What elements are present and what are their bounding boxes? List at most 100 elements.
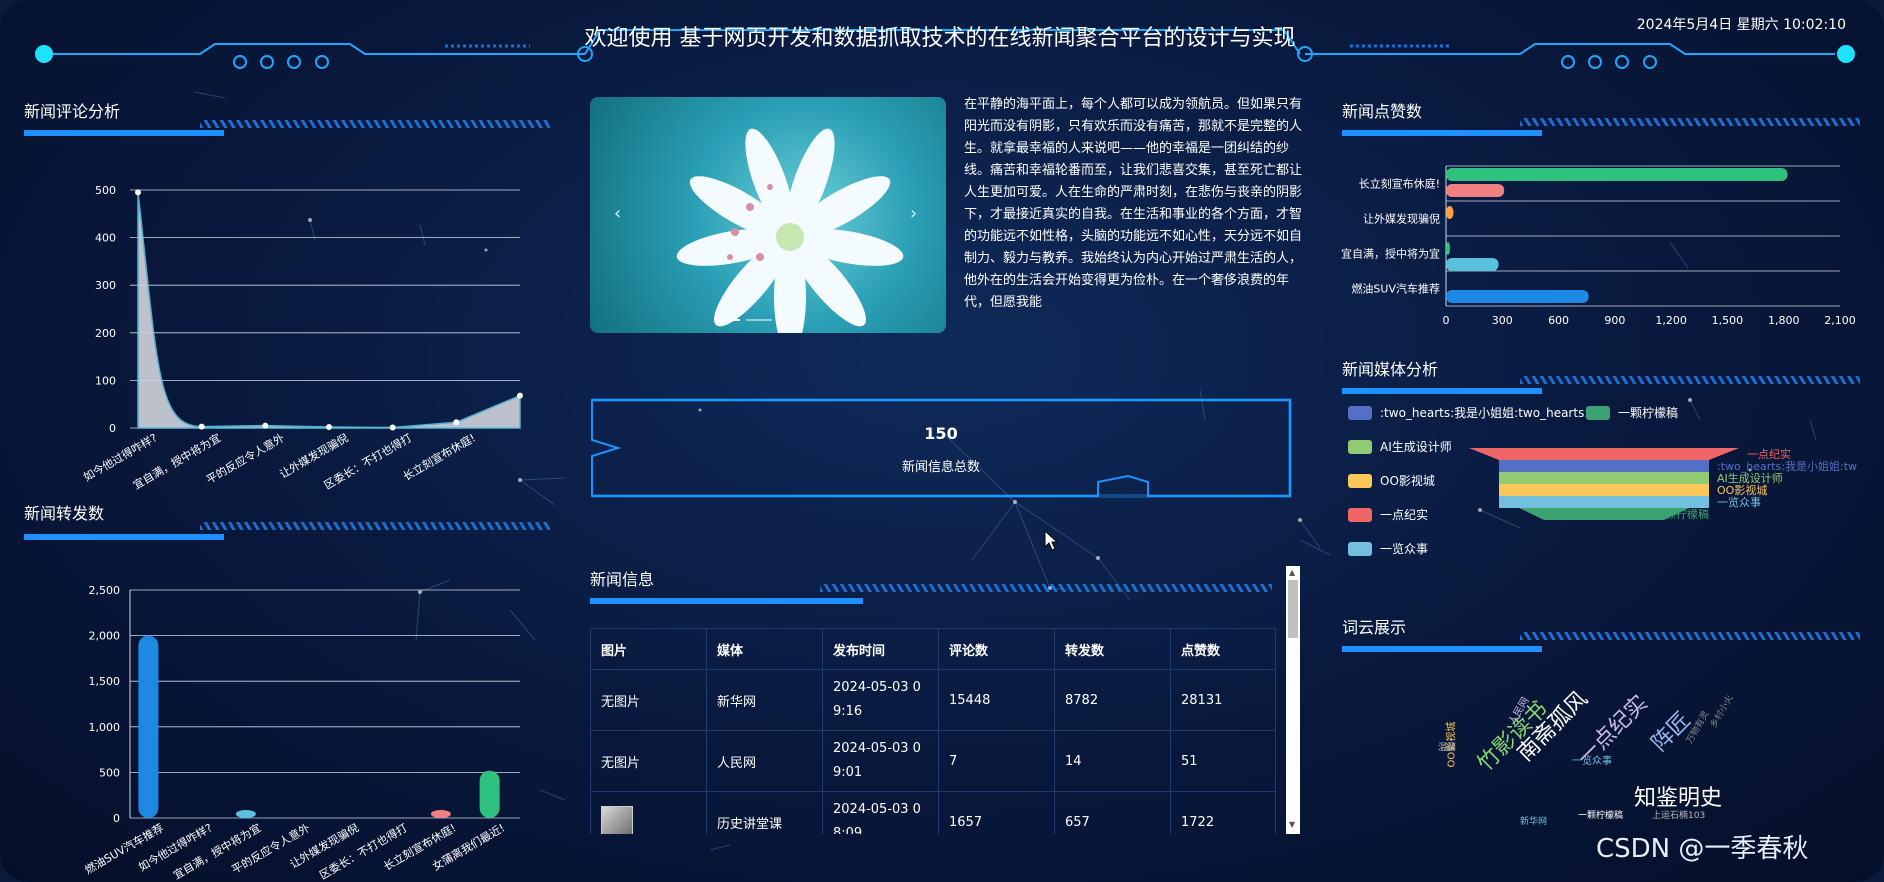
legend-item[interactable]: 一颗柠檬稿	[1586, 404, 1678, 421]
flower-image	[676, 128, 904, 333]
cell-time: 2024-05-03 08:09	[822, 791, 939, 834]
carousel-prev-icon[interactable]: ‹	[614, 203, 621, 224]
thumbnail-image[interactable]	[601, 806, 633, 834]
panel-title-wordcloud: 词云展示	[1342, 618, 1407, 637]
dashboard-frame: 欢迎使用 基于网页开发和数据抓取技术的在线新闻聚合平台的设计与实现 2024年5…	[0, 0, 1884, 882]
panel-stripes	[200, 120, 550, 128]
legend-label: :two_hearts:我是小姐姐:two_hearts:	[1380, 406, 1589, 420]
carousel-dot-1[interactable]	[714, 319, 740, 321]
data-point	[135, 189, 141, 196]
funnel-layer	[1499, 460, 1709, 472]
y-tick-label: 1,500	[89, 675, 121, 688]
word-cloud-word: 温馨	[1438, 743, 1457, 753]
y-tick-label: 100	[95, 374, 116, 387]
table-header-row: 图片 媒体 发布时间 评论数 转发数 点赞数	[590, 628, 1276, 670]
funnel-label: OO影视城	[1717, 483, 1767, 497]
scroll-down-icon[interactable]: ▼	[1289, 820, 1295, 829]
x-tick-label: 1,500	[1712, 314, 1744, 327]
news-table: 图片 媒体 发布时间 评论数 转发数 点赞数 无图片 新华网 2024-05-0…	[590, 628, 1276, 834]
legend-swatch	[1348, 507, 1372, 522]
x-tick-label: 区委长：不打也得打	[317, 820, 410, 882]
bar	[235, 810, 256, 818]
table-row[interactable]: 无图片 新华网 2024-05-03 09:16 15448 8782 2813…	[590, 669, 1276, 731]
carousel-dot-2[interactable]	[746, 319, 772, 321]
news-table-container[interactable]: 图片 媒体 发布时间 评论数 转发数 点赞数 无图片 新华网 2024-05-0…	[590, 628, 1280, 834]
legend-item[interactable]: OO影视城	[1348, 472, 1435, 489]
panel-underline	[1342, 130, 1842, 136]
y-tick-label: 400	[95, 232, 116, 245]
x-tick-label: 1,200	[1655, 314, 1687, 327]
col-header-media: 媒体	[706, 628, 823, 670]
funnel-label: 一颗柠檬稿	[1654, 507, 1709, 521]
legend-swatch	[1348, 439, 1372, 454]
bar	[430, 810, 451, 818]
cell-time: 2024-05-03 09:16	[822, 669, 939, 731]
y-tick-label: 燃油SUV汽车推荐	[1351, 282, 1440, 296]
cell-image: 无图片	[590, 669, 707, 731]
panel-stripes	[1520, 118, 1860, 126]
legend-label: 一点纪实	[1380, 508, 1429, 522]
bar	[1446, 206, 1454, 219]
funnel-layer	[1499, 496, 1709, 508]
y-tick-label: 长立刻宣布休庭!	[1359, 177, 1440, 191]
legend-swatch	[1348, 473, 1372, 488]
carousel-next-icon[interactable]: ›	[910, 203, 917, 224]
legend-swatch	[1586, 405, 1610, 420]
page-title: 欢迎使用 基于网页开发和数据抓取技术的在线新闻聚合平台的设计与实现	[584, 26, 1296, 51]
panel-stripes	[820, 584, 1272, 592]
legend-item[interactable]: :two_hearts:我是小姐姐:two_hearts:	[1348, 404, 1588, 421]
cell-media: 新华网	[706, 669, 823, 731]
legend-swatch	[1348, 405, 1372, 420]
stat-label: 新闻信息总数	[901, 460, 980, 475]
image-carousel[interactable]: ‹ ›	[590, 97, 946, 333]
bar	[1446, 242, 1450, 255]
y-tick-label: 0	[113, 812, 120, 825]
bar	[1446, 168, 1788, 181]
word-cloud-word: 乡村小火	[1708, 693, 1736, 730]
col-header-comments: 评论数	[938, 628, 1055, 670]
cell-comments: 1657	[938, 791, 1055, 834]
y-tick-label: 200	[95, 327, 116, 340]
x-tick-label: 2,100	[1824, 314, 1856, 327]
table-scrollbar[interactable]: ▲ ▼	[1286, 566, 1300, 834]
scrollbar-thumb[interactable]	[1288, 580, 1298, 638]
legend-item[interactable]: AI生成设计师	[1348, 438, 1452, 455]
scroll-up-icon[interactable]: ▲	[1289, 568, 1295, 577]
cell-media: 历史讲堂课	[706, 791, 823, 834]
col-header-likes: 点赞数	[1170, 628, 1276, 670]
table-row[interactable]: 无图片 人民网 2024-05-03 09:01 7 14 51	[590, 730, 1276, 792]
panel-underline	[24, 534, 524, 540]
word-cloud-word: 一览众事	[1572, 756, 1612, 767]
y-tick-label: 0	[109, 422, 116, 435]
panel-title-likes: 新闻点赞数	[1342, 102, 1423, 121]
data-point	[453, 419, 460, 426]
mouse-cursor-icon	[1044, 530, 1059, 551]
data-point	[198, 423, 205, 430]
word-cloud-word: 新华网	[1520, 817, 1548, 827]
x-tick-label: 900	[1604, 314, 1625, 327]
cell-forwards: 657	[1054, 791, 1171, 834]
panel-stripes	[1520, 376, 1860, 384]
x-tick-label: 600	[1548, 314, 1569, 327]
col-header-time: 发布时间	[822, 628, 939, 670]
y-tick-label: 500	[95, 184, 116, 197]
funnel-layer	[1499, 472, 1709, 484]
carousel-dot-3[interactable]	[778, 319, 804, 321]
word-cloud-word: 一颗柠檬稿	[1578, 811, 1624, 821]
y-tick-label: 宜自满，授中将为宜	[1341, 247, 1440, 261]
cell-forwards: 8782	[1054, 669, 1171, 731]
cell-likes: 1722	[1170, 791, 1276, 834]
y-tick-label: 2,000	[89, 630, 121, 643]
cell-image: 无图片	[590, 730, 707, 792]
y-tick-label: 1,000	[89, 721, 121, 734]
panel-stripes	[200, 522, 550, 530]
panel-title-forward: 新闻转发数	[24, 504, 105, 523]
funnel-layer	[1499, 484, 1709, 496]
panel-stripes	[1520, 632, 1860, 640]
legend-item[interactable]: 一点纪实	[1348, 506, 1428, 523]
bar	[1446, 258, 1499, 271]
legend-item[interactable]: 一览众事	[1348, 540, 1428, 557]
forward-bar-chart: 05001,0001,5002,0002,500燃油SUV汽车推荐如今他过得咋样…	[82, 584, 520, 882]
comment-area-chart: 0100200300400500如今他过得咋样?宜自满，授中将为宜平的反应令人意…	[81, 184, 523, 490]
table-row[interactable]: 历史讲堂课 2024-05-03 08:09 1657 657 1722	[590, 791, 1276, 834]
